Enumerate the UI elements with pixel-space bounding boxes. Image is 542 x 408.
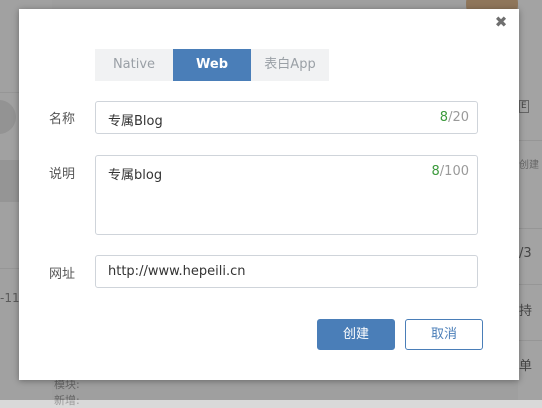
description-char-max: /100 — [439, 164, 469, 179]
close-icon[interactable]: ✖ — [493, 14, 509, 30]
url-input[interactable]: http://www.hepeili.cn — [95, 255, 478, 288]
name-label: 名称 — [49, 112, 76, 127]
url-label: 网址 — [49, 267, 76, 282]
tab-love-app[interactable]: 表白App — [251, 49, 329, 81]
description-char-count: 8 — [431, 164, 440, 179]
name-input[interactable]: 专属Blog 8/20 — [95, 101, 478, 134]
description-char-counter: 8/100 — [432, 164, 469, 179]
url-input-value: http://www.hepeili.cn — [108, 264, 246, 279]
name-char-counter: 8/20 — [440, 110, 469, 125]
description-label: 说明 — [49, 167, 76, 182]
tab-native[interactable]: Native — [95, 49, 173, 81]
description-textarea[interactable]: 专属blog 8/100 — [95, 155, 478, 235]
tab-web[interactable]: Web — [173, 49, 251, 81]
app-type-tabs: Native Web 表白App — [95, 49, 329, 81]
create-button[interactable]: 创建 — [317, 319, 395, 350]
description-textarea-value: 专属blog — [108, 168, 163, 183]
cancel-button[interactable]: 取消 — [405, 319, 483, 350]
create-app-dialog: ✖ Native Web 表白App 名称 专属Blog 8/20 说明 专属b… — [19, 9, 519, 380]
name-input-value: 专属Blog — [108, 114, 163, 129]
name-char-max: /20 — [448, 110, 469, 125]
name-char-count: 8 — [439, 110, 449, 125]
